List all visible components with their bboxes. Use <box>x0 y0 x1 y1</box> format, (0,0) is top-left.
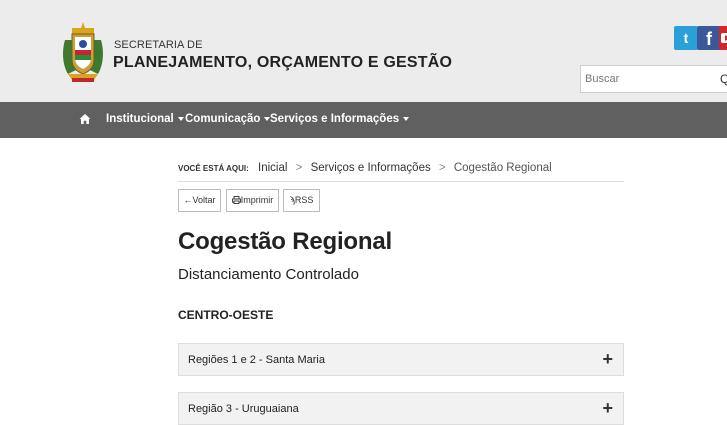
twitter-icon[interactable]: t <box>674 26 698 50</box>
breadcrumb-separator: > <box>295 162 303 174</box>
page-subtitle: Distanciamento Controlado <box>178 266 359 283</box>
breadcrumb-item-inicial[interactable]: Inicial <box>258 162 287 174</box>
youtube-icon[interactable] <box>719 26 727 50</box>
nav-item-label: Comunicação <box>185 113 261 125</box>
top-strip <box>0 0 727 8</box>
search-input[interactable] <box>581 66 711 92</box>
plus-icon[interactable]: + <box>602 349 613 370</box>
search-icon[interactable]: Q <box>720 72 727 86</box>
accordion-label: Regiões 1 e 2 - Santa Maria <box>188 354 325 366</box>
breadcrumb-item-current: Cogestão Regional <box>453 162 552 174</box>
caret-down-icon <box>177 116 184 121</box>
org-line-1: SECRETARIA DE <box>114 39 203 51</box>
caret-down-icon <box>403 116 410 121</box>
site-header: SECRETARIA DE PLANEJAMENTO, ORÇAMENTO E … <box>0 8 727 102</box>
nav-item-institucional[interactable]: Institucional <box>106 113 184 125</box>
nav-item-servicos[interactable]: Serviços e Informações <box>270 113 410 125</box>
breadcrumb-divider <box>178 181 624 182</box>
breadcrumb-item-servicos[interactable]: Serviços e Informações <box>311 162 431 174</box>
region-heading: CENTRO-OESTE <box>178 308 274 322</box>
coat-of-arms-logo[interactable] <box>62 20 104 86</box>
rss-button[interactable]: ϡRSS <box>283 189 320 212</box>
print-button[interactable]: Imprimir <box>226 189 279 212</box>
printer-icon <box>231 196 241 204</box>
back-button[interactable]: ←Voltar <box>178 189 221 212</box>
page-title: Cogestão Regional <box>178 228 392 255</box>
breadcrumb: VOCÊ ESTÁ AQUI: Inicial > Serviços e Inf… <box>178 162 552 174</box>
search-box: Q <box>580 65 727 93</box>
facebook-icon[interactable]: f <box>697 26 721 50</box>
nav-item-comunicacao[interactable]: Comunicação <box>185 113 271 125</box>
breadcrumb-separator: > <box>438 162 446 174</box>
home-icon[interactable] <box>79 113 91 125</box>
nav-item-label: Institucional <box>106 113 174 125</box>
accordion-panel-santa-maria[interactable]: Regiões 1 e 2 - Santa Maria + <box>178 343 624 376</box>
main-nav: Institucional Comunicação Serviços e Inf… <box>0 102 727 138</box>
youtube-play-glyph <box>721 33 727 43</box>
nav-item-label: Serviços e Informações <box>270 113 400 125</box>
breadcrumb-label: VOCÊ ESTÁ AQUI: <box>178 164 249 173</box>
org-line-2[interactable]: PLANEJAMENTO, ORÇAMENTO E GESTÃO <box>113 54 452 72</box>
accordion-label: Região 3 - Uruguaiana <box>188 403 299 415</box>
